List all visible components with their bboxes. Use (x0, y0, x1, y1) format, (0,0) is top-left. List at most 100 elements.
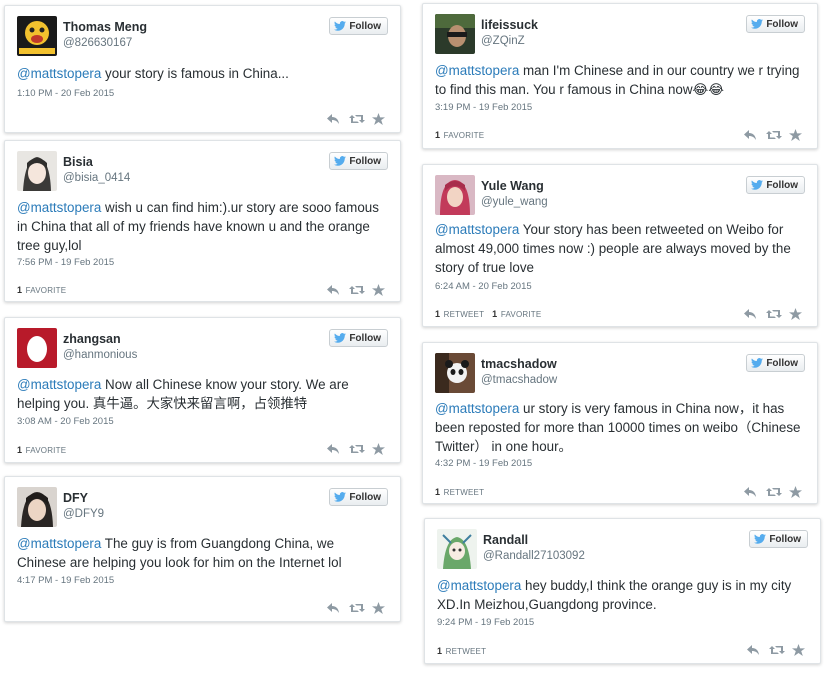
reply-icon[interactable] (743, 485, 757, 497)
follow-button[interactable]: Follow (329, 329, 388, 347)
mention-link[interactable]: @mattstopera (435, 401, 519, 416)
tweet-timestamp[interactable]: 4:17 PM - 19 Feb 2015 (17, 575, 114, 586)
follow-button[interactable]: Follow (329, 17, 388, 35)
reply-icon[interactable] (743, 307, 757, 319)
avatar[interactable] (17, 487, 57, 527)
mention-link[interactable]: @mattstopera (17, 377, 101, 392)
tweet-timestamp[interactable]: 1:10 PM - 20 Feb 2015 (17, 88, 114, 99)
follow-button[interactable]: Follow (749, 530, 808, 548)
follow-label: Follow (766, 18, 798, 30)
avatar[interactable] (435, 14, 475, 54)
tweet-card: Yule Wang @yule_wang Follow @mattstopera… (422, 164, 818, 327)
tweet-timestamp[interactable]: 9:24 PM - 19 Feb 2015 (437, 617, 534, 628)
user-name[interactable]: Thomas Meng (63, 20, 147, 34)
avatar[interactable] (435, 175, 475, 215)
reply-icon[interactable] (743, 128, 757, 140)
user-handle[interactable]: @hanmonious (63, 349, 137, 361)
tweet-stats: 1 RETWEET (437, 646, 486, 656)
favorite-icon[interactable] (372, 283, 386, 296)
tweet-timestamp[interactable]: 7:56 PM - 19 Feb 2015 (17, 257, 114, 268)
retweet-icon[interactable] (766, 128, 782, 140)
user-handle[interactable]: @826630167 (63, 37, 132, 49)
reply-icon[interactable] (326, 112, 340, 124)
twitter-bird-icon (334, 492, 347, 502)
retweet-label: RETWEET (443, 488, 485, 497)
mention-link[interactable]: @mattstopera (17, 200, 101, 215)
user-handle[interactable]: @bisia_0414 (63, 172, 130, 184)
retweet-icon[interactable] (349, 283, 365, 295)
follow-button[interactable]: Follow (746, 354, 805, 372)
tweet-stats: 1 FAVORITE (17, 285, 66, 295)
user-name[interactable]: DFY (63, 491, 88, 505)
favorite-count[interactable]: 1 (492, 309, 497, 319)
reply-icon[interactable] (746, 643, 760, 655)
user-name[interactable]: tmacshadow (481, 357, 557, 371)
reply-icon[interactable] (326, 442, 340, 454)
user-handle[interactable]: @ZQinZ (481, 35, 525, 47)
mention-link[interactable]: @mattstopera (17, 66, 101, 81)
tweet-text: @mattstopera The guy is from Guangdong C… (17, 534, 386, 572)
retweet-icon[interactable] (349, 601, 365, 613)
favorite-icon[interactable] (792, 643, 806, 656)
user-handle[interactable]: @yule_wang (481, 196, 548, 208)
retweet-icon[interactable] (769, 643, 785, 655)
reply-icon[interactable] (326, 283, 340, 295)
retweet-count[interactable]: 1 (435, 309, 440, 319)
tweet-actions (326, 601, 386, 614)
favorite-count[interactable]: 1 (17, 445, 22, 455)
retweet-count[interactable]: 1 (437, 646, 442, 656)
favorite-icon[interactable] (372, 112, 386, 125)
avatar[interactable] (17, 16, 57, 56)
tweet-timestamp[interactable]: 4:32 PM - 19 Feb 2015 (435, 458, 532, 469)
mention-link[interactable]: @mattstopera (435, 63, 519, 78)
user-handle[interactable]: @tmacshadow (481, 374, 557, 386)
mention-link[interactable]: @mattstopera (437, 578, 521, 593)
user-handle[interactable]: @DFY9 (63, 508, 104, 520)
follow-label: Follow (349, 332, 381, 344)
retweet-icon[interactable] (349, 112, 365, 124)
tweet-actions (326, 112, 386, 125)
user-handle[interactable]: @Randall27103092 (483, 550, 585, 562)
avatar[interactable] (437, 529, 477, 569)
favorite-count[interactable]: 1 (435, 130, 440, 140)
user-name[interactable]: Bisia (63, 155, 93, 169)
favorite-icon[interactable] (372, 442, 386, 455)
favorite-icon[interactable] (372, 601, 386, 614)
avatar[interactable] (17, 328, 57, 368)
tweet-text: @mattstopera your story is famous in Chi… (17, 64, 386, 83)
mention-link[interactable]: @mattstopera (17, 536, 101, 551)
tweet-timestamp[interactable]: 3:08 AM - 20 Feb 2015 (17, 416, 114, 427)
retweet-icon[interactable] (766, 485, 782, 497)
tweet-timestamp[interactable]: 6:24 AM - 20 Feb 2015 (435, 281, 532, 292)
reply-icon[interactable] (326, 601, 340, 613)
favorite-icon[interactable] (789, 485, 803, 498)
follow-button[interactable]: Follow (746, 15, 805, 33)
tweet-stats: 1 RETWEET (435, 487, 484, 497)
retweet-label: RETWEET (443, 310, 485, 319)
follow-button[interactable]: Follow (329, 488, 388, 506)
tweet-stats: 1 FAVORITE (17, 445, 66, 455)
tweet-timestamp[interactable]: 3:19 PM - 19 Feb 2015 (435, 102, 532, 113)
twitter-bird-icon (751, 358, 764, 368)
favorite-icon[interactable] (789, 128, 803, 141)
tweet-text: @mattstopera hey buddy,I think the orang… (437, 576, 806, 614)
avatar[interactable] (17, 151, 57, 191)
mention-link[interactable]: @mattstopera (435, 222, 519, 237)
twitter-bird-icon (334, 333, 347, 343)
user-name[interactable]: lifeissuck (481, 18, 538, 32)
user-name[interactable]: zhangsan (63, 332, 121, 346)
favorite-icon[interactable] (789, 307, 803, 320)
user-name[interactable]: Yule Wang (481, 179, 544, 193)
tweet-actions (326, 283, 386, 296)
retweet-icon[interactable] (349, 442, 365, 454)
tweet-text: @mattstopera Your story has been retweet… (435, 220, 803, 277)
follow-button[interactable]: Follow (329, 152, 388, 170)
follow-label: Follow (349, 20, 381, 32)
retweet-icon[interactable] (766, 307, 782, 319)
avatar[interactable] (435, 353, 475, 393)
tweet-actions (746, 643, 806, 656)
user-name[interactable]: Randall (483, 533, 528, 547)
follow-button[interactable]: Follow (746, 176, 805, 194)
favorite-count[interactable]: 1 (17, 285, 22, 295)
retweet-count[interactable]: 1 (435, 487, 440, 497)
